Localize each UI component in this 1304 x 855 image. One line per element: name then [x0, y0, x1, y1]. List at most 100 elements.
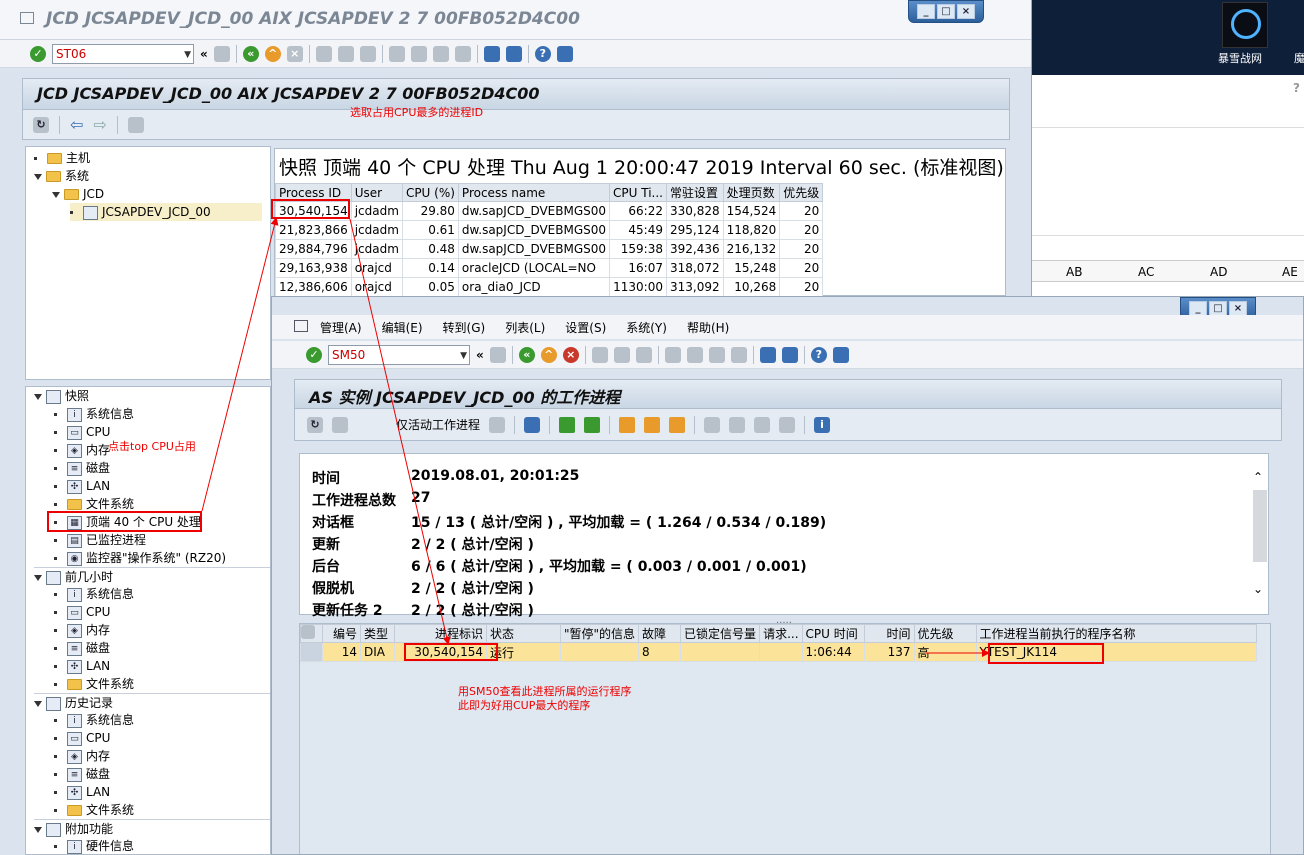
find-icon[interactable] — [613, 346, 630, 363]
menu-item[interactable]: 转到(G) — [443, 319, 486, 336]
expand-icon[interactable] — [34, 700, 42, 707]
close-button[interactable]: × — [1229, 301, 1247, 316]
window-menu-icon[interactable] — [294, 320, 308, 332]
layout-icon[interactable] — [832, 346, 849, 363]
tree-node[interactable]: JCSAPDEV_JCD_00 — [70, 203, 262, 221]
back-icon[interactable]: « — [518, 346, 535, 363]
next-page-icon[interactable] — [708, 346, 725, 363]
table-row[interactable]: 29,884,796 jcdadm 0.48 dw.sapJCD_DVEBMGS00 1… — [275, 239, 824, 259]
grid-select-icon[interactable] — [644, 416, 661, 433]
bullet-icon[interactable] — [54, 683, 57, 686]
find-icon[interactable] — [337, 45, 354, 62]
help-icon[interactable]: ? — [534, 45, 551, 62]
column-header[interactable]: Process name — [457, 183, 611, 202]
bullet-icon[interactable] — [54, 719, 57, 722]
shortcut-icon[interactable] — [505, 45, 522, 62]
tree-section[interactable]: 附加功能 — [34, 819, 270, 837]
tree-item[interactable]: ▭ CPU — [54, 603, 110, 621]
bullet-icon[interactable] — [54, 665, 57, 668]
arrow-right-icon[interactable]: ⇨ — [93, 115, 106, 134]
settings-icon[interactable] — [489, 416, 506, 433]
prev-page-icon[interactable] — [410, 45, 427, 62]
expand-icon[interactable] — [34, 574, 42, 581]
column-header[interactable]: 编号 — [322, 624, 361, 643]
layout-icon[interactable] — [556, 45, 573, 62]
expand-icon[interactable] — [34, 393, 42, 400]
column-header[interactable]: 时间 — [863, 624, 915, 643]
sort-asc-icon[interactable] — [559, 416, 576, 433]
exit-icon[interactable]: ^ — [264, 45, 281, 62]
tree-item[interactable]: ▤ 已监控进程 — [54, 531, 146, 549]
bullet-icon[interactable] — [54, 431, 57, 434]
row-selector[interactable] — [300, 642, 323, 662]
column-header[interactable]: 处理页数 — [722, 183, 781, 202]
battlenet-icon[interactable] — [1222, 2, 1268, 48]
filter-icon[interactable] — [524, 416, 541, 433]
minimize-button[interactable]: _ — [1189, 301, 1207, 316]
collapse-icon[interactable]: « — [200, 47, 208, 61]
tree-node[interactable]: 主机 — [34, 149, 90, 167]
tree-section[interactable]: 前几小时 — [34, 567, 270, 585]
bullet-icon[interactable] — [54, 467, 57, 470]
menu-item[interactable]: 设置(S) — [565, 319, 606, 336]
maximize-button[interactable]: □ — [937, 4, 955, 19]
column-header[interactable]: "暂停"的信息 — [559, 624, 640, 643]
refresh-icon[interactable]: ↻ — [307, 416, 323, 433]
column-header[interactable]: 进程标识 — [394, 624, 487, 643]
export-icon[interactable] — [729, 416, 746, 433]
select-all-icon[interactable] — [300, 624, 323, 643]
tree-item[interactable]: ≡ 磁盘 — [54, 639, 110, 657]
new-session-icon[interactable] — [759, 346, 776, 363]
expand-icon[interactable] — [34, 826, 42, 833]
tree-item[interactable]: 文件系统 — [54, 801, 134, 819]
table-row[interactable]: 12,386,606 orajcd 0.05 ora_dia0_JCD 1130:00 3… — [275, 277, 824, 297]
bullet-icon[interactable] — [54, 611, 57, 614]
first-page-icon[interactable] — [388, 45, 405, 62]
new-session-icon[interactable] — [483, 45, 500, 62]
expand-icon[interactable] — [52, 191, 60, 198]
collapse-icon[interactable]: « — [476, 348, 484, 362]
dropdown-icon[interactable]: ▼ — [460, 347, 467, 365]
expand-icon[interactable] — [34, 173, 42, 180]
tree-item[interactable]: ✣ LAN — [54, 657, 110, 675]
print-list-icon[interactable] — [704, 416, 721, 433]
column-header[interactable]: 已锁定信号量 — [680, 624, 761, 643]
column-header[interactable]: CPU 时间 — [801, 624, 865, 643]
window-menu-icon[interactable] — [20, 12, 34, 24]
column-header[interactable]: 优先级 — [779, 183, 824, 202]
cancel-icon[interactable]: × — [286, 45, 303, 62]
first-page-icon[interactable] — [664, 346, 681, 363]
maximize-button[interactable]: □ — [1209, 301, 1227, 316]
menu-item[interactable]: 系统(Y) — [626, 319, 667, 336]
exit-icon[interactable]: ^ — [540, 346, 557, 363]
print-icon[interactable] — [315, 45, 332, 62]
bullet-icon[interactable] — [54, 449, 57, 452]
bullet-icon[interactable] — [54, 791, 57, 794]
bullet-icon[interactable] — [54, 485, 57, 488]
column-header[interactable]: 常驻设置 — [666, 183, 724, 202]
table-row[interactable]: 29,163,938 orajcd 0.14 oracleJCD (LOCAL=NO 1… — [275, 258, 824, 278]
command-field[interactable]: ST06 ▼ — [52, 43, 194, 64]
save-icon[interactable] — [489, 346, 506, 363]
column-header[interactable]: CPU (%) — [401, 183, 459, 202]
scroll-down-icon[interactable]: ⌄ — [1253, 582, 1263, 596]
tree-item[interactable]: i 系统信息 — [54, 585, 134, 603]
next-page-icon[interactable] — [432, 45, 449, 62]
help-icon[interactable]: ? — [810, 346, 827, 363]
last-page-icon[interactable] — [730, 346, 747, 363]
column-header[interactable]: CPU Ti... — [609, 183, 667, 202]
bullet-icon[interactable] — [54, 737, 57, 740]
bullet-icon[interactable] — [54, 755, 57, 758]
column-header[interactable]: 状态 — [486, 624, 561, 643]
column-header[interactable]: 优先级 — [913, 624, 977, 643]
scrollbar-thumb[interactable] — [1253, 490, 1267, 562]
tree-item[interactable]: ◈ 内存 — [54, 441, 110, 459]
menu-item[interactable]: 编辑(E) — [382, 319, 423, 336]
shortcut-icon[interactable] — [781, 346, 798, 363]
tree-item[interactable]: ✣ LAN — [54, 477, 110, 495]
bullet-icon[interactable] — [70, 211, 73, 214]
sort-desc-icon[interactable] — [584, 416, 601, 433]
tree-item[interactable]: i 系统信息 — [54, 405, 134, 423]
column-header[interactable]: 类型 — [360, 624, 395, 643]
print-icon[interactable] — [591, 346, 608, 363]
